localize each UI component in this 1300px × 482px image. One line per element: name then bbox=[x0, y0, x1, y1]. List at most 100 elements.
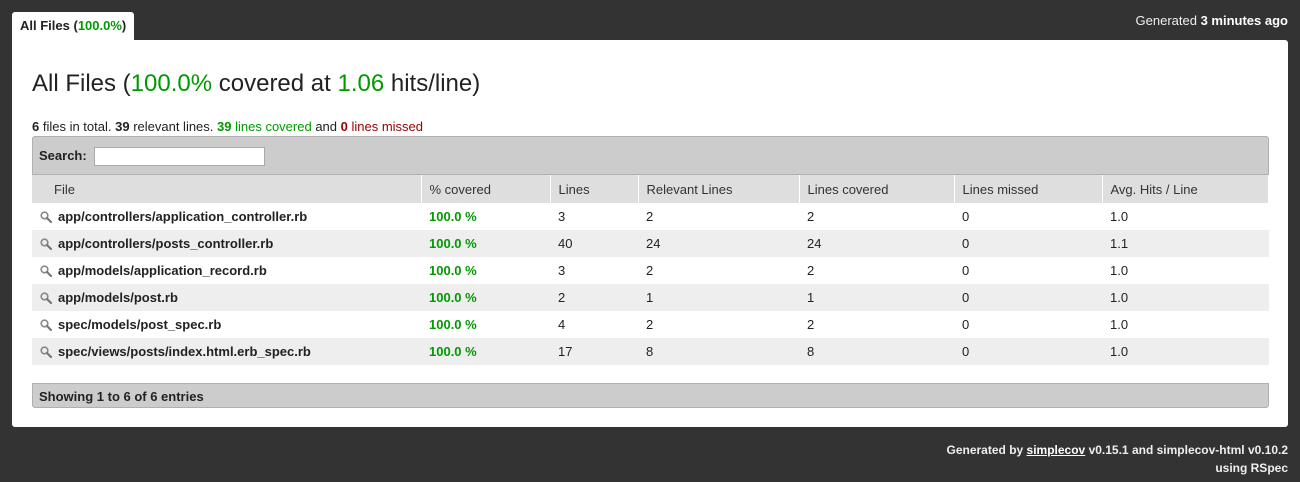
tab-percent: 100.0% bbox=[77, 18, 122, 33]
column-header-file[interactable]: File bbox=[32, 175, 422, 203]
cell-relevant-lines: 8 bbox=[638, 338, 799, 365]
credits-line-2: using RSpec bbox=[1215, 461, 1288, 475]
column-header-lines-covered[interactable]: Lines covered bbox=[799, 175, 955, 203]
title-middle: covered at bbox=[212, 70, 338, 97]
search-input[interactable] bbox=[94, 147, 266, 166]
credits: Generated by simplecov v0.15.1 and simpl… bbox=[947, 441, 1289, 477]
search-bar: Search: bbox=[32, 136, 1269, 175]
credits-line-1: Generated by simplecov v0.15.1 and simpl… bbox=[947, 441, 1289, 459]
search-label: Search: bbox=[39, 147, 87, 163]
cell-lines-covered: 24 bbox=[799, 230, 954, 257]
table-row: app/controllers/posts_controller.rb 100.0… bbox=[32, 230, 1269, 257]
cell-avg-hits: 1.0 bbox=[1102, 338, 1269, 365]
column-header-percent-covered[interactable]: % covered bbox=[421, 175, 551, 203]
cell-lines: 3 bbox=[550, 257, 638, 284]
cell-avg-hits: 1.0 bbox=[1102, 203, 1269, 230]
table-row: spec/views/posts/index.html.erb_spec.rb 1… bbox=[32, 338, 1269, 365]
cell-lines-covered: 1 bbox=[799, 284, 954, 311]
file-cell[interactable]: app/models/post.rb bbox=[32, 284, 421, 311]
relevant-count: 39 bbox=[115, 119, 130, 134]
table-row: app/models/application_record.rb 100.0 % 3… bbox=[32, 257, 1269, 284]
simplecov-link[interactable]: simplecov bbox=[1027, 443, 1086, 457]
file-name[interactable]: spec/models/post_spec.rb bbox=[58, 317, 221, 332]
cell-avg-hits: 1.0 bbox=[1102, 311, 1269, 338]
table-body: app/controllers/application_controller.r… bbox=[32, 203, 1269, 365]
pagination-text: Showing 1 to 6 of 6 entries bbox=[39, 389, 204, 404]
generated-prefix: Generated bbox=[1135, 13, 1197, 28]
tab-all-files[interactable]: All Files (100.0%) bbox=[12, 12, 134, 40]
generated-timestamp: Generated 3 minutes ago bbox=[1136, 13, 1288, 28]
cell-percent-covered: 100.0 % bbox=[421, 257, 550, 284]
column-header-lines[interactable]: Lines bbox=[550, 175, 639, 203]
title-suffix: hits/line) bbox=[384, 70, 481, 97]
cell-lines-missed: 0 bbox=[954, 203, 1102, 230]
files-table: File % covered Lines Relevant Lines Line… bbox=[32, 175, 1269, 365]
magnifier-icon[interactable] bbox=[40, 345, 53, 358]
file-name[interactable]: app/models/post.rb bbox=[58, 290, 178, 305]
cell-percent-covered: 100.0 % bbox=[421, 230, 550, 257]
magnifier-icon[interactable] bbox=[40, 291, 53, 304]
coverage-summary: 6 files in total. 39 relevant lines. 39 … bbox=[32, 119, 423, 134]
cell-percent-covered: 100.0 % bbox=[421, 311, 550, 338]
column-header-relevant-lines[interactable]: Relevant Lines bbox=[638, 175, 800, 203]
file-cell[interactable]: app/controllers/posts_controller.rb bbox=[32, 230, 421, 257]
cell-relevant-lines: 2 bbox=[638, 203, 799, 230]
generated-time: 3 minutes ago bbox=[1200, 13, 1288, 28]
cell-avg-hits: 1.0 bbox=[1102, 257, 1269, 284]
cell-relevant-lines: 2 bbox=[638, 311, 799, 338]
missed-count: 0 bbox=[340, 119, 348, 134]
cell-lines: 4 bbox=[550, 311, 638, 338]
title-hits: 1.06 bbox=[337, 70, 385, 97]
cell-lines: 2 bbox=[550, 284, 638, 311]
file-cell[interactable]: spec/views/posts/index.html.erb_spec.rb bbox=[32, 338, 421, 365]
pagination-info: Showing 1 to 6 of 6 entries bbox=[32, 383, 1269, 408]
magnifier-icon[interactable] bbox=[40, 237, 53, 250]
table-header-row: File % covered Lines Relevant Lines Line… bbox=[32, 175, 1269, 203]
cell-lines: 17 bbox=[550, 338, 638, 365]
cell-lines-missed: 0 bbox=[954, 257, 1102, 284]
magnifier-icon[interactable] bbox=[40, 210, 53, 223]
table-row: app/models/post.rb 100.0 % 2 1 1 0 1.0 bbox=[32, 284, 1269, 311]
column-header-lines-missed[interactable]: Lines missed bbox=[954, 175, 1103, 203]
covered-text: lines covered bbox=[231, 119, 312, 134]
file-name[interactable]: spec/views/posts/index.html.erb_spec.rb bbox=[58, 344, 311, 359]
column-header-avg-hits[interactable]: Avg. Hits / Line bbox=[1102, 175, 1269, 203]
magnifier-icon[interactable] bbox=[40, 318, 53, 331]
cell-lines-covered: 8 bbox=[799, 338, 954, 365]
cell-relevant-lines: 1 bbox=[638, 284, 799, 311]
page-title: All Files (100.0% covered at 1.06 hits/l… bbox=[32, 70, 480, 98]
cell-lines-missed: 0 bbox=[954, 311, 1102, 338]
cell-lines: 40 bbox=[550, 230, 638, 257]
table-row: spec/models/post_spec.rb 100.0 % 4 2 2 0 1.0 bbox=[32, 311, 1269, 338]
title-prefix: All Files ( bbox=[32, 70, 131, 97]
credits-prefix: Generated by bbox=[946, 443, 1027, 457]
cell-avg-hits: 1.0 bbox=[1102, 284, 1269, 311]
file-name[interactable]: app/models/application_record.rb bbox=[58, 263, 267, 278]
table-row: app/controllers/application_controller.r… bbox=[32, 203, 1269, 230]
cell-percent-covered: 100.0 % bbox=[421, 284, 550, 311]
file-cell[interactable]: app/models/application_record.rb bbox=[32, 257, 421, 284]
cell-lines-missed: 0 bbox=[954, 230, 1102, 257]
cell-lines-covered: 2 bbox=[799, 203, 954, 230]
missed-text: lines missed bbox=[347, 119, 423, 134]
covered-count: 39 bbox=[217, 119, 232, 134]
file-cell[interactable]: app/controllers/application_controller.r… bbox=[32, 203, 421, 230]
cell-lines-covered: 2 bbox=[799, 257, 954, 284]
file-name[interactable]: app/controllers/posts_controller.rb bbox=[58, 236, 273, 251]
tab-label: All Files bbox=[20, 18, 70, 33]
credits-versions: v0.15.1 and simplecov-html v0.10.2 bbox=[1085, 443, 1288, 457]
title-percent: 100.0% bbox=[130, 70, 213, 97]
and-text: and bbox=[311, 119, 341, 134]
cell-percent-covered: 100.0 % bbox=[421, 203, 550, 230]
cell-percent-covered: 100.0 % bbox=[421, 338, 550, 365]
cell-relevant-lines: 2 bbox=[638, 257, 799, 284]
cell-lines: 3 bbox=[550, 203, 638, 230]
files-text: files in total. bbox=[39, 119, 116, 134]
cell-lines-missed: 0 bbox=[954, 284, 1102, 311]
cell-relevant-lines: 24 bbox=[638, 230, 799, 257]
relevant-text: relevant lines. bbox=[129, 119, 218, 134]
cell-avg-hits: 1.1 bbox=[1102, 230, 1269, 257]
file-name[interactable]: app/controllers/application_controller.r… bbox=[58, 209, 307, 224]
file-cell[interactable]: spec/models/post_spec.rb bbox=[32, 311, 421, 338]
magnifier-icon[interactable] bbox=[40, 264, 53, 277]
